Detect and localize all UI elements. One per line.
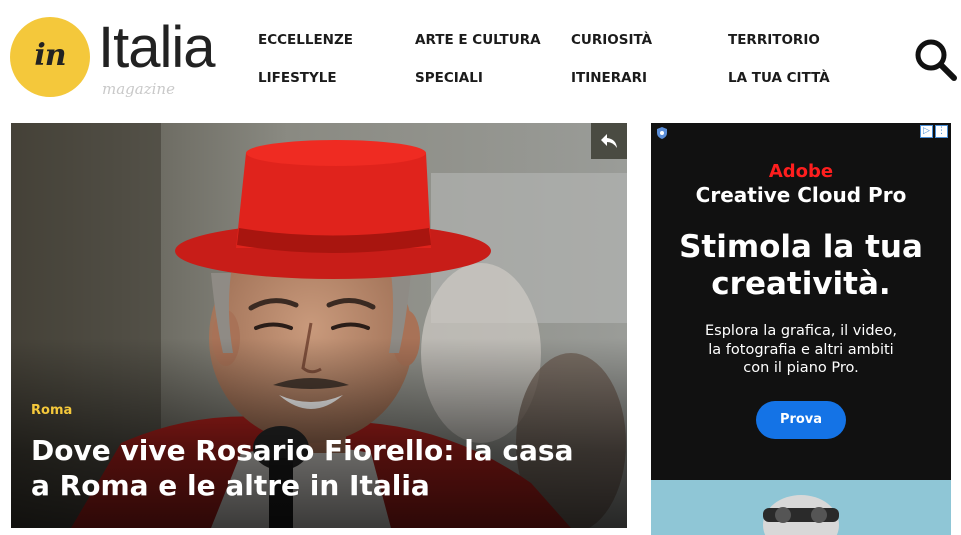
main-navigation: ECCELLENZE ARTE E CULTURA CURIOSITÀ TERR… — [258, 32, 878, 92]
ad-image — [651, 480, 951, 535]
ad-body: Esplora la grafica, il video, la fotogra… — [691, 322, 911, 378]
site-logo-mark[interactable]: in — [10, 17, 90, 97]
ad-play-icon[interactable]: ▷ — [920, 125, 933, 138]
hero-title[interactable]: Dove vive Rosario Fiorello: la casa a Ro… — [31, 433, 591, 503]
ad-photo-illustration — [651, 480, 951, 535]
logo-mark-text: in — [34, 37, 66, 73]
hero-category-link[interactable]: Roma — [31, 403, 72, 418]
logo-tagline: magazine — [102, 80, 175, 98]
nav-item-speciali[interactable]: SPECIALI — [415, 70, 483, 86]
search-icon — [915, 39, 957, 81]
ad-product: Creative Cloud Pro — [695, 183, 907, 207]
share-arrow-icon — [601, 134, 617, 148]
ad-choices[interactable]: ▷ ⋮ — [920, 125, 948, 138]
nav-item-arte-e-cultura[interactable]: ARTE E CULTURA — [415, 32, 541, 48]
nav-item-territorio[interactable]: TERRITORIO — [728, 32, 820, 48]
nav-item-itinerari[interactable]: ITINERARI — [571, 70, 647, 86]
advertisement[interactable]: ▷ ⋮ Adobe Creative Cloud Pro Stimola la … — [651, 123, 951, 535]
nav-item-lifestyle[interactable]: LIFESTYLE — [258, 70, 337, 86]
ad-more-icon[interactable]: ⋮ — [935, 125, 948, 138]
ad-brand: Adobe — [768, 161, 834, 182]
site-logo-word[interactable]: Italia — [98, 12, 216, 84]
ad-headline: Stimola la tua creatività. — [661, 229, 941, 303]
nav-item-curiosita[interactable]: CURIOSITÀ — [571, 32, 652, 48]
nav-item-la-tua-citta[interactable]: LA TUA CITTÀ — [728, 70, 830, 86]
ad-body-line: la fotografia e altri ambiti — [708, 341, 894, 358]
search-button[interactable] — [912, 36, 958, 82]
hero-article[interactable]: Roma Dove vive Rosario Fiorello: la casa… — [11, 123, 627, 528]
ad-shield-icon — [657, 127, 667, 139]
share-button[interactable] — [591, 123, 627, 159]
ad-body-line: Esplora la grafica, il video, — [705, 323, 897, 339]
nav-item-eccellenze[interactable]: ECCELLENZE — [258, 32, 353, 48]
ad-body-line: con il piano Pro. — [743, 360, 859, 376]
ad-headline-line: Stimola la tua — [679, 229, 923, 265]
ad-cta-button[interactable]: Prova — [756, 401, 846, 439]
ad-headline-line: creatività. — [711, 266, 891, 302]
